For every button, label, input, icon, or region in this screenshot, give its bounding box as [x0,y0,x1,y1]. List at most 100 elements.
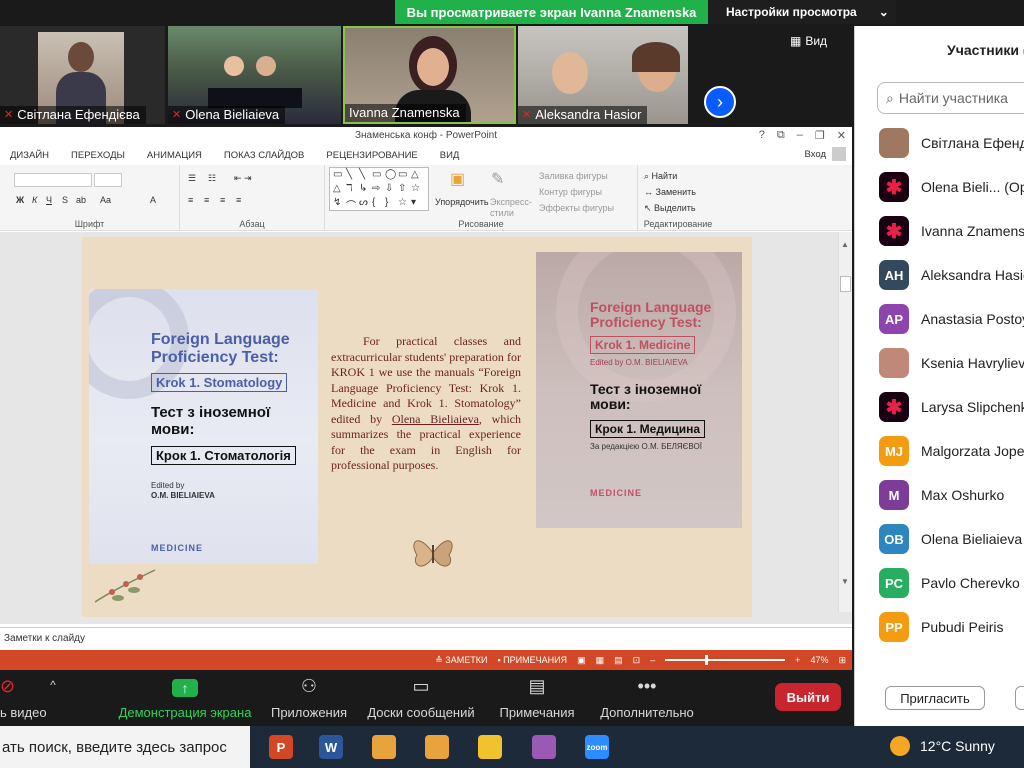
slide-notes[interactable]: Заметки к слайду [0,627,852,649]
indent-icon[interactable]: ⇤ ⇥ [234,173,252,184]
reading-view-icon[interactable]: ▤ [614,655,623,666]
mute-all-button[interactable] [1015,686,1024,710]
video-tile[interactable]: ✕ Світлана Ефендієва [0,26,165,124]
numbering-icon[interactable]: ☷ [208,173,216,184]
align-right-icon[interactable]: ≡ [220,195,225,205]
taskbar-app-icon[interactable] [473,730,507,764]
apps-label: Приложения [270,705,348,720]
shape-effects-button[interactable]: Эффекты фигуры [539,203,614,213]
view-settings-button[interactable]: Настройки просмотра ⌄ [708,0,896,24]
taskbar-app-icon[interactable] [527,730,561,764]
participant-row[interactable]: Світлана Ефендієва [855,121,1024,165]
align-center-icon[interactable]: ≡ [204,195,209,205]
arrange-icon[interactable]: ▣ [450,169,465,189]
help-icon[interactable]: ? [759,129,765,142]
zoom-slider[interactable] [665,655,786,665]
participant-row[interactable]: PP Pubudi Peiris [855,605,1024,649]
tab-slideshow[interactable]: ПОКАЗ СЛАЙДОВ [224,150,304,161]
fit-slide-icon[interactable]: ⊞ [838,655,846,666]
sign-in[interactable]: Вход [805,147,846,161]
chevron-down-icon: ⌄ [878,5,889,19]
arrange-button[interactable]: Упорядочить [435,197,489,207]
bullets-icon[interactable]: ☰ [188,173,196,184]
invite-button[interactable]: Пригласить [885,686,985,710]
next-page-button[interactable]: › [704,86,736,118]
slideshow-icon[interactable]: ⊡ [633,655,641,666]
participant-row[interactable]: ✱ Olena Bieli... (Op [855,165,1024,209]
quick-styles-icon[interactable]: ✎ [491,169,504,189]
participant-search-input[interactable]: ⌕ Найти участника [877,82,1024,114]
zoom-out-icon[interactable]: – [650,655,655,665]
comments-toggle[interactable]: ▪ ПРИМЕЧАНИЯ [497,655,567,665]
slide[interactable]: Foreign Language Proficiency Test: Krok … [82,237,752,617]
tab-design[interactable]: ДИЗАЙН [10,150,49,161]
underline-icon[interactable]: Ч [46,195,52,205]
close-icon[interactable]: ✕ [837,129,846,142]
share-screen-button[interactable]: ↑ Демонстрация экрана [116,670,254,726]
video-tile[interactable]: ✕ Olena Bieliaieva [168,26,341,124]
slide-sorter-icon[interactable]: ▦ [596,655,605,666]
zoom-level[interactable]: 47% [810,655,828,665]
shape-outline-button[interactable]: Контур фигуры [539,187,602,197]
participant-row[interactable]: AH Aleksandra Hasic [855,253,1024,297]
participant-row[interactable]: PC Pavlo Cherevko [855,561,1024,605]
replace-button[interactable]: ↔ Заменить [644,187,696,197]
taskbar-app-icon[interactable] [420,730,454,764]
apps-button[interactable]: ⚇ Приложения [268,670,350,726]
zoom-in-icon[interactable]: + [795,655,800,665]
participant-row[interactable]: ✱ Larysa Slipchenko [855,385,1024,429]
view-button[interactable]: ▦ Вид [790,34,827,48]
char-spacing-icon[interactable]: ab [76,195,86,205]
slide-body-text[interactable]: For practical classes and extracurricula… [331,334,521,474]
participant-row[interactable]: M Max Oshurko [855,473,1024,517]
participant-row[interactable]: ✱ Ivanna Znamensk [855,209,1024,253]
vertical-scrollbar[interactable]: ▲ ▼ [838,232,852,612]
quick-styles-button[interactable]: Экспресс-стили [490,197,532,219]
participant-row[interactable]: MJ Malgorzata Jope [855,429,1024,473]
align-left-icon[interactable]: ≡ [188,195,193,205]
participant-row[interactable]: Ksenia Havrylieva [855,341,1024,385]
minimize-icon[interactable]: – [797,129,803,142]
video-tile-active-speaker[interactable]: Ivanna Znamenska [343,26,516,124]
restore-icon[interactable]: ❐ [815,129,825,142]
italic-icon[interactable]: К [32,195,37,205]
justify-icon[interactable]: ≡ [236,195,241,205]
ribbon-display-icon[interactable]: ⧉ [777,129,785,142]
taskbar-app-icon[interactable]: P [264,730,298,764]
tab-transitions[interactable]: ПЕРЕХОДЫ [71,150,125,161]
taskbar-search-input[interactable]: ать поиск, введите здесь запрос [0,726,250,768]
taskbar-app-icon[interactable] [367,730,401,764]
font-size-input[interactable] [94,173,122,187]
tab-animation[interactable]: АНИМАЦИЯ [147,150,202,161]
select-button[interactable]: ↖ Выделить [644,203,696,214]
whiteboards-button[interactable]: ▭ Доски сообщений [364,670,478,726]
video-options-button[interactable]: ^ [46,670,60,726]
participant-row[interactable]: AP Anastasia Postoy [855,297,1024,341]
leave-meeting-button[interactable]: Выйти [775,683,841,711]
scrollbar-thumb[interactable] [840,276,851,292]
bold-icon[interactable]: Ж [16,195,24,205]
participant-row[interactable]: OB Olena Bieliaieva [855,517,1024,561]
change-case-icon[interactable]: Aa [100,195,111,205]
zoom-slider-thumb[interactable] [705,655,709,665]
shapes-gallery[interactable]: ▭ ╲ ╲ ▭ ◯ ▭ △ △ ℸ ↳ ⇨ ⇩ ⇧ ☆ ↯ ⌒ ᔕ{} ☆ ▾ [329,167,429,212]
font-name-input[interactable] [14,173,92,187]
notes-button[interactable]: ▤ Примечания [497,670,577,726]
stop-video-button[interactable]: ⊘ ь видео [0,670,48,726]
video-tile[interactable]: ✕ Aleksandra Hasior [518,26,688,124]
more-button[interactable]: ••• Дополнительно [596,670,698,726]
font-color-icon[interactable]: A [150,195,156,205]
book-brand: MEDICINE [590,488,643,498]
notes-toggle[interactable]: ≙ ЗАМЕТКИ [435,655,487,666]
windows-taskbar: ать поиск, введите здесь запрос P Wzoom 1… [0,726,1024,768]
tab-review[interactable]: РЕЦЕНЗИРОВАНИЕ [326,150,417,161]
normal-view-icon[interactable]: ▣ [577,655,586,666]
shape-fill-button[interactable]: Заливка фигуры [539,171,608,181]
strikethrough-icon[interactable]: S [62,195,68,205]
weather-widget[interactable]: 12°C Sunny [890,736,995,756]
tab-view[interactable]: ВИД [440,150,460,161]
taskbar-app-icon[interactable]: zoom [580,730,614,764]
find-button[interactable]: ⌕ Найти [644,171,677,182]
taskbar-app-icon[interactable]: W [314,730,348,764]
more-label: Дополнительно [600,705,694,720]
